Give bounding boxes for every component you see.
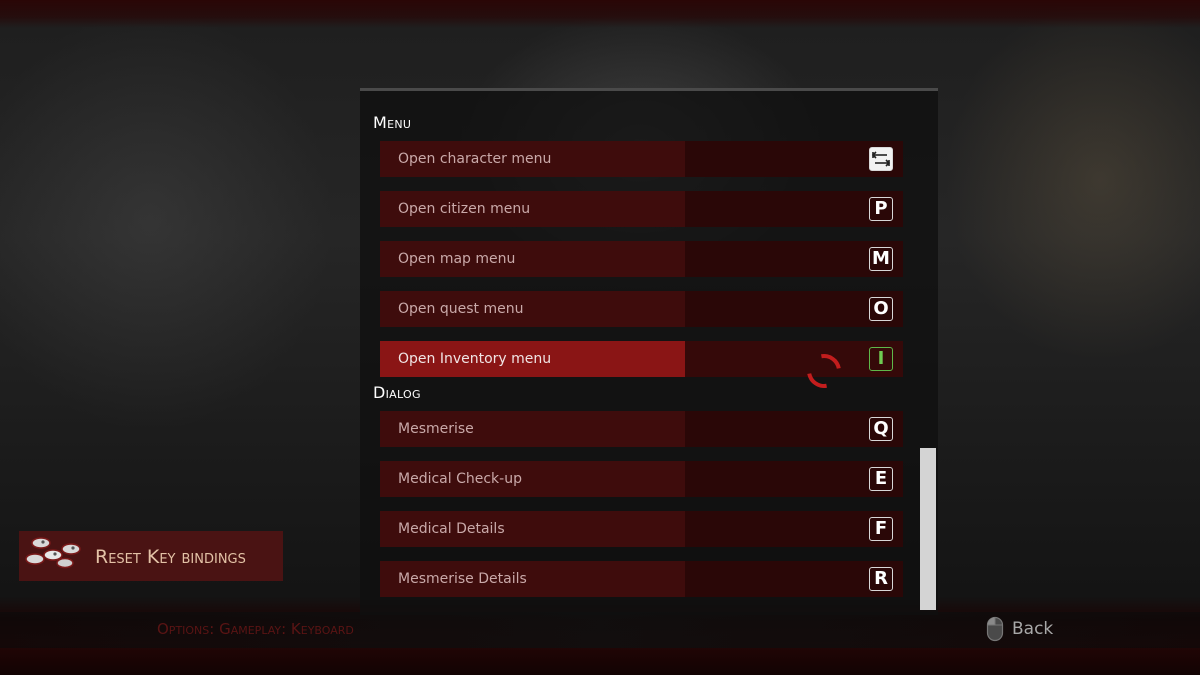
binding-key[interactable]: R: [869, 567, 893, 591]
binding-label: Open map menu: [398, 251, 516, 267]
binding-key[interactable]: E: [869, 467, 893, 491]
binding-label: Open quest menu: [398, 301, 524, 317]
keybinding-panel: Menu Open character menu Open citizen me…: [360, 88, 938, 615]
top-blood-edge: [0, 0, 1200, 28]
binding-row[interactable]: Open quest menu O: [380, 291, 903, 327]
gamepad-keys-icon: [21, 533, 85, 581]
binding-label: Open citizen menu: [398, 201, 531, 217]
binding-key[interactable]: P: [869, 197, 893, 221]
binding-key[interactable]: I: [869, 347, 893, 371]
binding-row[interactable]: Mesmerise Details R: [380, 561, 903, 597]
binding-key[interactable]: F: [869, 517, 893, 541]
binding-label: Medical Check-up: [398, 471, 522, 487]
binding-row[interactable]: Medical Check-up E: [380, 461, 903, 497]
reset-button-label: Reset Key bindings: [95, 546, 246, 568]
scrollbar-thumb[interactable]: [920, 448, 936, 610]
binding-label: Open Inventory menu: [398, 351, 552, 367]
reset-key-bindings-button[interactable]: Reset Key bindings: [19, 531, 283, 581]
binding-row[interactable]: Medical Details F: [380, 511, 903, 547]
binding-key[interactable]: M: [869, 247, 893, 271]
back-label: Back: [1012, 619, 1054, 639]
breadcrumb: Options: Gameplay: Keyboard: [157, 620, 354, 638]
tab-key-icon[interactable]: [869, 147, 893, 171]
binding-key[interactable]: O: [869, 297, 893, 321]
binding-key[interactable]: Q: [869, 417, 893, 441]
binding-row[interactable]: Open map menu M: [380, 241, 903, 277]
mouse-icon: [986, 616, 1004, 642]
binding-label: Open character menu: [398, 151, 552, 167]
section-title-menu: Menu: [373, 113, 412, 132]
binding-row[interactable]: Mesmerise Q: [380, 411, 903, 447]
binding-label: Medical Details: [398, 521, 505, 537]
binding-row[interactable]: Open citizen menu P: [380, 191, 903, 227]
binding-label: Mesmerise: [398, 421, 474, 437]
section-title-dialog: Dialog: [373, 383, 421, 402]
binding-row[interactable]: Open character menu: [380, 141, 903, 177]
binding-label: Mesmerise Details: [398, 571, 527, 587]
